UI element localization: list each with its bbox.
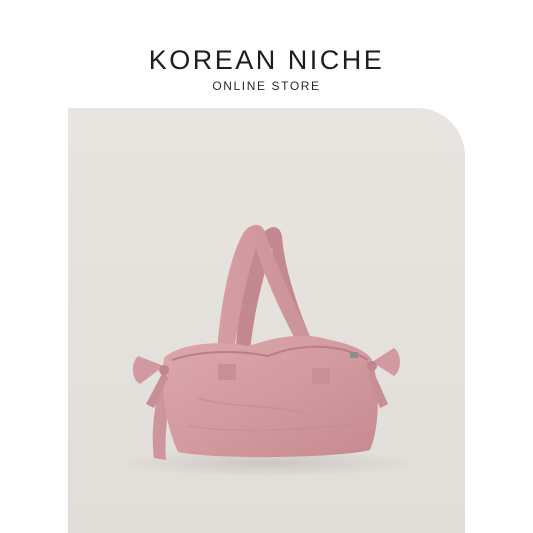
right-handle-tab — [312, 368, 330, 384]
left-bow-knot — [159, 365, 169, 375]
zipper-pull — [350, 352, 358, 358]
left-handle-tab — [218, 364, 236, 380]
store-tagline: ONLINE STORE — [212, 79, 321, 93]
handbag-photo — [68, 108, 465, 533]
product-photo-panel — [68, 108, 465, 533]
brand-name: KOREAN NICHE — [148, 45, 385, 75]
product-image-card: KOREAN NICHE ONLINE STORE — [0, 0, 533, 533]
right-bow-knot — [367, 361, 377, 371]
